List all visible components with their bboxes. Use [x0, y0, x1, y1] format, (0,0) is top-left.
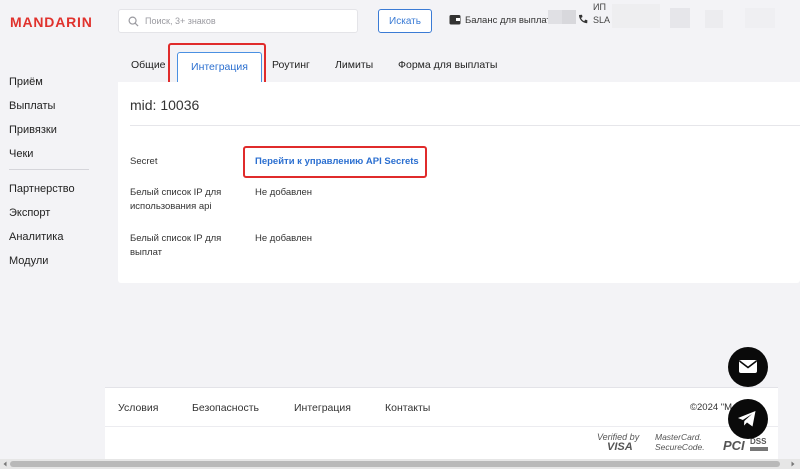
- visa-bottom-text: VISA: [607, 441, 633, 453]
- tab-forma-vyplaty[interactable]: Форма для выплаты: [398, 59, 497, 71]
- arrow-left-icon[interactable]: [2, 461, 8, 467]
- mc-top-text: MasterCard.: [655, 432, 702, 442]
- envelope-icon: [739, 360, 757, 373]
- scrollbar-thumb[interactable]: [10, 461, 780, 467]
- merchant-code: SLA: [593, 15, 611, 25]
- phone-icon: [579, 14, 588, 24]
- footer-link-bezopasnost[interactable]: Безопасность: [192, 402, 259, 414]
- wallet-icon: [449, 15, 461, 25]
- sidebar-item-moduli[interactable]: Модули: [9, 255, 48, 267]
- search-button[interactable]: Искать: [378, 9, 432, 33]
- tab-limity[interactable]: Лимиты: [335, 59, 373, 71]
- ip-whitelist-payout-label: Белый список IP для выплат: [130, 233, 222, 258]
- merchant-name: ИП: [593, 2, 606, 12]
- search-box: [118, 9, 358, 33]
- ip-whitelist-api-value: Не добавлен: [255, 187, 313, 198]
- divider: [130, 125, 800, 126]
- tab-routing[interactable]: Роутинг: [272, 59, 310, 71]
- sidebar-item-priem[interactable]: Приём: [9, 76, 43, 88]
- sidebar-item-privyazki[interactable]: Привязки: [9, 124, 57, 136]
- footer: Условия Безопасность Интеграция Контакты…: [105, 387, 778, 459]
- ip-whitelist-api-label: Белый список IP для использования api: [130, 187, 222, 212]
- sidebar-item-vyplaty[interactable]: Выплаты: [9, 100, 55, 112]
- footer-link-integratsiya[interactable]: Интеграция: [294, 402, 351, 414]
- email-fab-button[interactable]: [728, 347, 768, 387]
- sidebar-item-cheki[interactable]: Чеки: [9, 148, 33, 160]
- divider: [105, 426, 778, 427]
- ip-whitelist-payout-value: Не добавлен: [255, 233, 313, 244]
- blurred-balance: [562, 10, 576, 24]
- secret-label: Secret: [130, 156, 158, 167]
- telegram-fab-button[interactable]: [728, 399, 768, 439]
- sidebar-item-eksport[interactable]: Экспорт: [9, 207, 50, 219]
- highlight-box: [168, 43, 266, 87]
- arrow-right-icon[interactable]: [790, 461, 796, 467]
- footer-link-kontakty[interactable]: Контакты: [385, 402, 430, 414]
- blurred-user: [705, 10, 723, 28]
- telegram-icon: [738, 411, 756, 427]
- integration-card: mid: 10036 Secret Перейти к управлению A…: [118, 82, 800, 283]
- search-input[interactable]: [145, 12, 350, 30]
- sidebar-item-analitika[interactable]: Аналитика: [9, 231, 63, 243]
- sidebar-item-partnerstvo[interactable]: Партнерство: [9, 183, 75, 195]
- balance-label: Баланс для выплат:: [465, 15, 554, 26]
- blurred-user: [745, 8, 775, 28]
- mastercard-securecode-badge: MasterCard. SecureCode.: [655, 432, 705, 452]
- blurred-user: [612, 4, 660, 28]
- pci-letters: PCI: [723, 438, 745, 453]
- mc-bottom-text: SecureCode.: [655, 442, 705, 452]
- blurred-balance: [548, 10, 562, 24]
- horizontal-scrollbar[interactable]: [0, 459, 800, 469]
- logo[interactable]: MANDARIN: [10, 14, 93, 30]
- tab-obshchie[interactable]: Общие: [131, 59, 166, 71]
- blurred-user: [670, 8, 690, 28]
- verified-by-visa-badge: Verified by VISA: [597, 432, 639, 453]
- sidebar-divider: [9, 169, 89, 170]
- page-title: mid: 10036: [130, 97, 200, 113]
- footer-link-usloviya[interactable]: Условия: [118, 402, 158, 414]
- highlight-box: [243, 146, 427, 178]
- search-icon: [128, 16, 139, 27]
